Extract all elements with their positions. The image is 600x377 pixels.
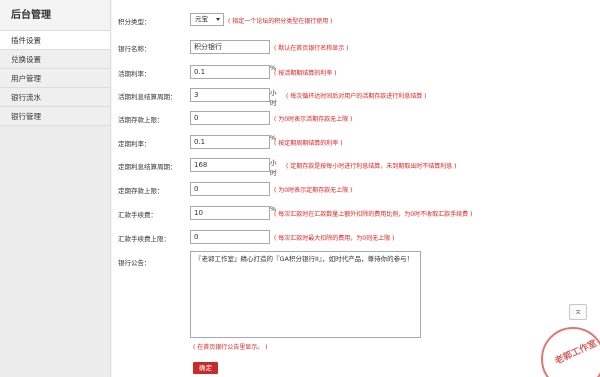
fixed-rate-input[interactable]: 0.1 [190, 135, 270, 149]
fixed-period-label: 定期利息结算周期： [118, 163, 177, 171]
remit-fee-hint: ( 每次汇款时在汇款数量上额外扣除的费用比例，为0时不收取汇款手续费 ) [274, 211, 473, 218]
demand-period-unit: 小时 [270, 89, 277, 107]
chevron-down-icon [216, 18, 220, 21]
sidebar-item-bank-management[interactable]: 银行管理 [0, 107, 110, 126]
fixed-period-input[interactable]: 168 [190, 158, 270, 172]
remit-fee-label: 汇款手续费： [118, 211, 157, 219]
sidebar-item-bank-flow[interactable]: 银行流水 [0, 88, 110, 107]
demand-rate-label: 活期利率： [118, 70, 151, 78]
sidebar-item-user-management[interactable]: 用户管理 [0, 69, 110, 88]
sidebar-title: 后台管理 [0, 0, 110, 31]
remit-fee-limit-label: 汇款手续费上限： [118, 235, 170, 243]
sidebar-item-plugin-settings[interactable]: 插件设置 [0, 31, 110, 50]
demand-period-hint: ( 每次循环达时间后对用户的活期存款进行利息结算 ) [286, 93, 427, 100]
notice-label: 银行公告： [118, 259, 151, 267]
sidebar: 后台管理 插件设置 兑换设置 用户管理 银行流水 银行管理 [0, 0, 111, 377]
fixed-period-unit: 小时 [270, 159, 277, 177]
fixed-rate-label: 定期利率： [118, 140, 151, 148]
credit-type-label: 积分类型： [118, 18, 151, 26]
fixed-period-hint: ( 定期存款是按每小时进行利息结算，未到期取出时不结算利息 ) [286, 163, 457, 170]
notice-hint: ( 在首页银行公告里显示。 ) [193, 344, 268, 351]
bank-name-hint: ( 默认在首页银行名称显示 ) [274, 45, 349, 52]
demand-period-label: 活期利息结算周期： [118, 93, 177, 101]
fixed-rate-hint: ( 按定期周期结算的利率 ) [274, 140, 343, 147]
demand-period-input[interactable]: 3 [190, 88, 270, 102]
sidebar-item-exchange-settings[interactable]: 兑换设置 [0, 50, 110, 69]
fixed-limit-label: 定期存款上限： [118, 187, 164, 195]
credit-type-value: 元宝 [195, 15, 208, 23]
credit-type-hint: ( 指定一个论坛的积分类型在银行使用 ) [228, 18, 333, 25]
scroll-top-icon[interactable]: ⌅ [569, 304, 587, 320]
remit-fee-limit-input[interactable]: 0 [190, 230, 270, 244]
credit-type-select[interactable]: 元宝 [190, 13, 224, 26]
demand-limit-input[interactable]: 0 [190, 111, 270, 125]
stamp-text: 老郭工作室 [553, 338, 599, 367]
demand-limit-hint: ( 为0时表示活期存款无上限 ) [274, 116, 353, 123]
demand-rate-input[interactable]: 0.1 [190, 65, 270, 79]
fixed-limit-input[interactable]: 0 [190, 182, 270, 196]
demand-rate-hint: ( 按活期期结算的利率 ) [274, 70, 337, 77]
submit-button[interactable]: 确定 [193, 362, 218, 374]
bank-name-input[interactable]: 积分银行 [190, 40, 270, 54]
notice-textarea[interactable]: 『老郭工作室』精心打造的『GA积分银行II』，如时代产品，尊待你的参与！ [190, 251, 421, 338]
bank-name-label: 银行名称： [118, 45, 151, 53]
remit-fee-input[interactable]: 10 [190, 206, 270, 220]
fixed-limit-hint: ( 为0时表示定期存款无上限 ) [274, 187, 353, 194]
remit-fee-limit-hint: ( 每次汇款时最大扣除的费用，为0则无上限 ) [274, 235, 395, 242]
demand-limit-label: 活期存款上限： [118, 116, 164, 124]
